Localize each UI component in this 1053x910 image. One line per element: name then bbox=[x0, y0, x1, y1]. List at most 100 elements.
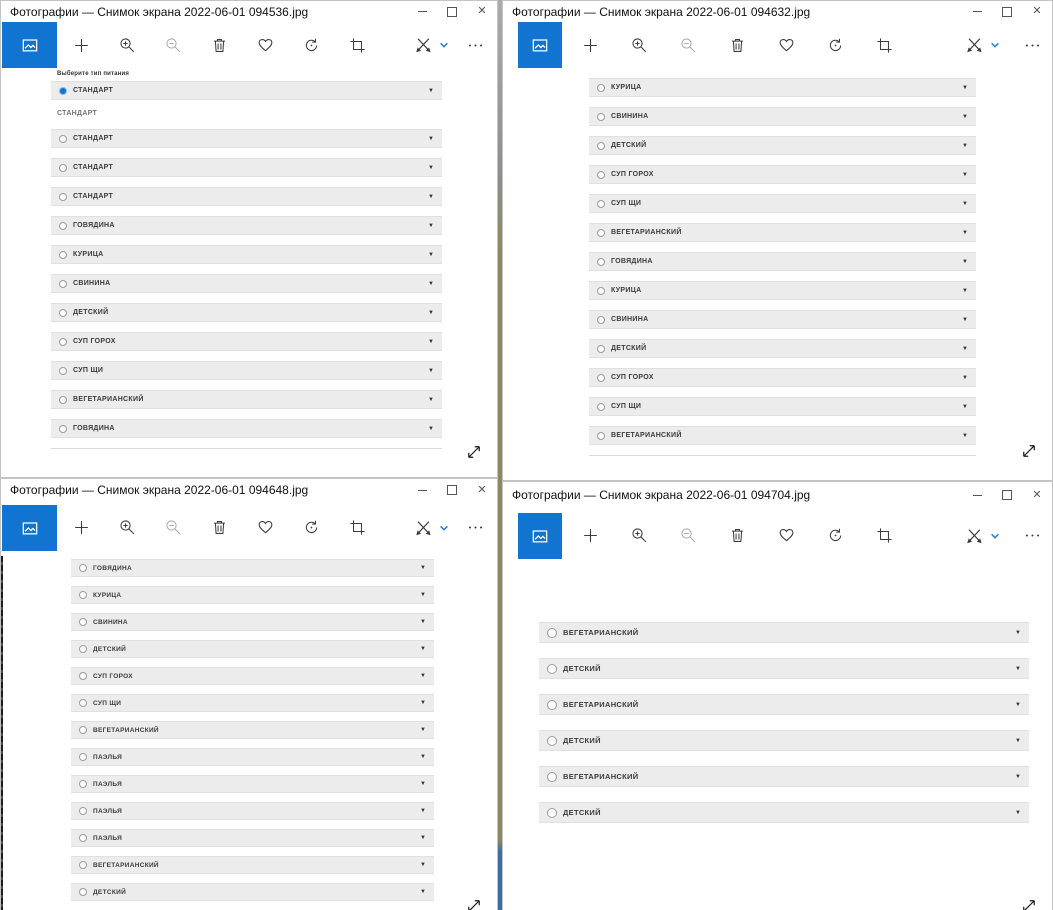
crop-button[interactable] bbox=[872, 33, 896, 57]
dropdown-option[interactable]: ДЕТСКИЙ▼ bbox=[589, 339, 976, 358]
close-button[interactable]: ✕ bbox=[467, 1, 497, 22]
favorite-button[interactable] bbox=[774, 524, 798, 548]
minimize-button[interactable] bbox=[962, 1, 992, 22]
dropdown-option[interactable]: СУП ЩИ▼ bbox=[71, 694, 434, 712]
dropdown-option[interactable]: СУП ГОРОХ▼ bbox=[71, 667, 434, 685]
radio-icon[interactable] bbox=[547, 772, 557, 782]
dropdown-option[interactable]: ВЕГЕТАРИАНСКИЙ▼ bbox=[589, 223, 976, 242]
edit-menu-button[interactable] bbox=[988, 33, 1002, 57]
radio-icon[interactable] bbox=[597, 171, 605, 179]
expand-icon[interactable] bbox=[1020, 897, 1038, 910]
edit-create-button[interactable] bbox=[962, 524, 986, 548]
titlebar[interactable]: Фотографии — Снимок экрана 2022-06-01 09… bbox=[503, 482, 1052, 508]
dropdown-option[interactable]: СУП ЩИ▼ bbox=[51, 361, 442, 380]
dropdown-option[interactable]: ГОВЯДИНА▼ bbox=[71, 559, 434, 577]
dropdown-option[interactable]: СТАНДАРТ▼ bbox=[51, 129, 442, 148]
radio-icon[interactable] bbox=[79, 672, 87, 680]
edit-create-button[interactable] bbox=[411, 33, 435, 57]
minimize-button[interactable] bbox=[962, 482, 992, 508]
dropdown-option[interactable]: КУРИЦА▼ bbox=[71, 586, 434, 604]
dropdown-option[interactable]: ВЕГЕТАРИАНСКИЙ▼ bbox=[71, 856, 434, 874]
radio-icon[interactable] bbox=[547, 628, 557, 638]
add-button[interactable] bbox=[69, 33, 93, 57]
radio-icon[interactable] bbox=[597, 200, 605, 208]
dropdown-option[interactable]: ПАЭЛЬЯ▼ bbox=[71, 829, 434, 847]
radio-icon[interactable] bbox=[79, 807, 87, 815]
rotate-button[interactable] bbox=[823, 524, 847, 548]
edit-menu-button[interactable] bbox=[988, 524, 1002, 548]
delete-button[interactable] bbox=[725, 524, 749, 548]
radio-icon[interactable] bbox=[597, 84, 605, 92]
radio-icon[interactable] bbox=[79, 726, 87, 734]
zoom-in-button[interactable] bbox=[627, 33, 651, 57]
radio-icon[interactable] bbox=[597, 345, 605, 353]
close-button[interactable]: ✕ bbox=[467, 479, 497, 501]
dropdown-option[interactable]: ДЕТСКИЙ▼ bbox=[539, 658, 1029, 679]
dropdown-option[interactable]: ГОВЯДИНА▼ bbox=[51, 216, 442, 235]
radio-icon[interactable] bbox=[59, 164, 67, 172]
dropdown-option[interactable]: СТАНДАРТ▼ bbox=[51, 158, 442, 177]
rotate-button[interactable] bbox=[823, 33, 847, 57]
radio-icon[interactable] bbox=[79, 699, 87, 707]
expand-icon[interactable] bbox=[465, 443, 483, 461]
radio-icon[interactable] bbox=[59, 135, 67, 143]
maximize-button[interactable] bbox=[437, 479, 467, 501]
close-button[interactable]: ✕ bbox=[1022, 482, 1052, 508]
delete-button[interactable] bbox=[207, 516, 231, 540]
zoom-in-button[interactable] bbox=[627, 524, 651, 548]
radio-icon[interactable] bbox=[59, 425, 67, 433]
radio-icon[interactable] bbox=[79, 564, 87, 572]
minimize-button[interactable] bbox=[407, 479, 437, 501]
radio-icon[interactable] bbox=[59, 222, 67, 230]
radio-icon[interactable] bbox=[79, 834, 87, 842]
dropdown-option[interactable]: ВЕГЕТАРИАНСКИЙ▼ bbox=[51, 390, 442, 409]
photos-app-button[interactable] bbox=[2, 22, 57, 68]
dropdown-option[interactable]: ДЕТСКИЙ▼ bbox=[539, 730, 1029, 751]
maximize-button[interactable] bbox=[992, 1, 1022, 22]
radio-icon[interactable] bbox=[547, 808, 557, 818]
dropdown-option[interactable]: КУРИЦА▼ bbox=[51, 245, 442, 264]
dropdown-option[interactable]: СВИНИНА▼ bbox=[51, 274, 442, 293]
radio-icon[interactable] bbox=[547, 664, 557, 674]
see-more-button[interactable] bbox=[1020, 524, 1044, 548]
radio-icon[interactable] bbox=[597, 374, 605, 382]
zoom-out-button[interactable] bbox=[161, 516, 185, 540]
edit-menu-button[interactable] bbox=[437, 516, 451, 540]
edit-create-button[interactable] bbox=[411, 516, 435, 540]
radio-icon[interactable] bbox=[59, 193, 67, 201]
radio-icon[interactable] bbox=[79, 645, 87, 653]
maximize-button[interactable] bbox=[437, 1, 467, 22]
radio-icon[interactable] bbox=[597, 316, 605, 324]
radio-icon[interactable] bbox=[79, 861, 87, 869]
zoom-out-button[interactable] bbox=[161, 33, 185, 57]
radio-icon[interactable] bbox=[597, 403, 605, 411]
dropdown-option[interactable]: КУРИЦА▼ bbox=[589, 281, 976, 300]
radio-icon[interactable] bbox=[59, 280, 67, 288]
titlebar[interactable]: Фотографии — Снимок экрана 2022-06-01 09… bbox=[1, 479, 497, 501]
dropdown-option[interactable]: ДЕТСКИЙ▼ bbox=[589, 136, 976, 155]
dropdown-option[interactable]: ПАЭЛЬЯ▼ bbox=[71, 802, 434, 820]
radio-selected-icon[interactable] bbox=[59, 87, 67, 95]
dropdown-option[interactable]: СУП ЩИ▼ bbox=[589, 194, 976, 213]
radio-icon[interactable] bbox=[79, 888, 87, 896]
crop-button[interactable] bbox=[345, 33, 369, 57]
dropdown-option[interactable]: ГОВЯДИНА▼ bbox=[51, 419, 442, 438]
zoom-out-button[interactable] bbox=[676, 524, 700, 548]
radio-icon[interactable] bbox=[79, 780, 87, 788]
dropdown-option[interactable]: СВИНИНА▼ bbox=[589, 310, 976, 329]
expand-icon[interactable] bbox=[465, 897, 483, 910]
photos-app-button[interactable] bbox=[2, 505, 57, 551]
dropdown-option[interactable]: ВЕГЕТАРИАНСКИЙ▼ bbox=[539, 766, 1029, 787]
dropdown-option[interactable]: ДЕТСКИЙ▼ bbox=[51, 303, 442, 322]
radio-icon[interactable] bbox=[597, 432, 605, 440]
favorite-button[interactable] bbox=[253, 33, 277, 57]
radio-icon[interactable] bbox=[79, 591, 87, 599]
expand-icon[interactable] bbox=[1020, 442, 1038, 460]
radio-icon[interactable] bbox=[59, 396, 67, 404]
dropdown-option[interactable]: ПАЭЛЬЯ▼ bbox=[71, 748, 434, 766]
rotate-button[interactable] bbox=[299, 33, 323, 57]
titlebar[interactable]: Фотографии — Снимок экрана 2022-06-01 09… bbox=[1, 1, 497, 22]
favorite-button[interactable] bbox=[253, 516, 277, 540]
radio-icon[interactable] bbox=[597, 258, 605, 266]
radio-icon[interactable] bbox=[597, 142, 605, 150]
